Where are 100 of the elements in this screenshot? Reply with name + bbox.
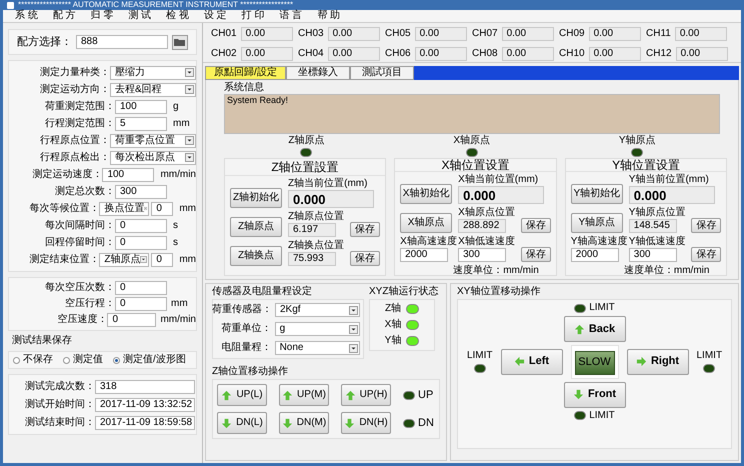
position-display[interactable]: 0.000	[628, 186, 715, 204]
dropdown[interactable]: 每次检出原点	[110, 150, 196, 164]
z-move-button[interactable]: UP(M)	[279, 384, 329, 406]
menu-item[interactable]: 语 言	[279, 11, 302, 21]
input-field[interactable]: 100	[115, 100, 167, 114]
position-display[interactable]: 288.892	[458, 219, 506, 233]
z-move-button[interactable]: UP(L)	[217, 384, 267, 406]
input-field[interactable]: 2017-11-09 13:32:52	[95, 398, 195, 412]
limit-label: LIMIT	[589, 410, 615, 420]
axis-button[interactable]: Z轴换点	[230, 246, 282, 266]
dropdown[interactable]: 2Kgf	[275, 303, 360, 317]
dropdown[interactable]: 壓缩力	[110, 66, 196, 80]
menu-item[interactable]: 归 零	[90, 11, 114, 21]
axis-button[interactable]: X轴原点	[400, 213, 452, 233]
channel-value[interactable]: 0.00	[674, 27, 727, 42]
input-field[interactable]: 0	[115, 281, 167, 295]
label: 行程测定范围：	[45, 118, 115, 128]
dropdown[interactable]: 荷重零点位置	[110, 134, 196, 148]
z-move-button[interactable]: DN(L)	[217, 412, 267, 434]
menu-item[interactable]: 测 试	[128, 11, 152, 21]
label: X轴原点位置	[458, 208, 515, 218]
input-field[interactable]: 300	[115, 184, 167, 198]
tab[interactable]: 測試項目	[350, 66, 414, 80]
channel-value[interactable]: 0.00	[502, 46, 554, 61]
input-field[interactable]: 0	[107, 313, 156, 327]
init-button[interactable]: Y轴初始化	[570, 184, 623, 204]
slow-button[interactable]: SLOW	[574, 350, 614, 374]
channel-value[interactable]: 0.00	[502, 27, 554, 42]
input-field[interactable]: 300	[628, 248, 677, 262]
axis-button[interactable]: Y轴原点	[570, 213, 623, 233]
radio-button[interactable]	[113, 356, 120, 364]
input-field[interactable]: 888	[76, 35, 168, 49]
save-button[interactable]: 保存	[691, 247, 722, 262]
channel-value[interactable]: 0.00	[240, 27, 293, 42]
section-title: 系统信息	[224, 83, 265, 93]
z-move-button[interactable]: DN(H)	[341, 412, 391, 434]
direction-button[interactable]: Back	[564, 316, 626, 342]
channel-value[interactable]: 0.00	[414, 46, 467, 61]
input-field[interactable]: 0	[151, 202, 174, 216]
label: 测定运动方向：	[40, 84, 110, 94]
unit-label: mm	[179, 254, 196, 264]
menu-item[interactable]: 设 定	[204, 11, 227, 21]
dropdown[interactable]: 去程&回程	[110, 82, 196, 96]
tab[interactable]: 坐標錄入	[286, 66, 350, 80]
input-field[interactable]: 100	[102, 168, 154, 182]
channel-value[interactable]: 0.00	[414, 27, 467, 42]
channel-label: CH08	[472, 48, 498, 59]
radio-option[interactable]: 测定值	[63, 355, 103, 365]
input-field[interactable]: 300	[458, 248, 506, 262]
radio-option[interactable]: 不保存	[13, 355, 53, 365]
input-field[interactable]: 2000	[570, 248, 619, 262]
dropdown[interactable]: Z轴原点	[99, 252, 150, 266]
position-display[interactable]: 75.993	[288, 252, 336, 266]
input-field[interactable]: 2017-11-09 18:59:58	[95, 416, 195, 430]
channel-value[interactable]: 0.00	[328, 27, 380, 42]
menu-item[interactable]: 检 视	[166, 11, 189, 21]
dropdown[interactable]: g	[274, 322, 360, 336]
arrow-right-icon	[636, 356, 647, 368]
init-button[interactable]: X轴初始化	[400, 184, 452, 204]
input-field[interactable]: 0	[115, 218, 167, 232]
position-display[interactable]: 148.545	[628, 219, 677, 233]
dropdown[interactable]: 换点位置	[99, 202, 150, 216]
radio-button[interactable]	[63, 356, 70, 364]
position-display[interactable]: 0.000	[288, 190, 374, 208]
input-field[interactable]: 0	[151, 252, 174, 266]
menu-item[interactable]: 系 统	[15, 11, 38, 21]
channel-value[interactable]: 0.00	[240, 46, 293, 61]
save-button[interactable]: 保存	[691, 218, 722, 233]
menu-item[interactable]: 帮 助	[317, 11, 340, 21]
dropdown[interactable]: None	[274, 341, 360, 355]
direction-button[interactable]: Right	[626, 348, 688, 375]
input-field[interactable]: 0	[115, 297, 167, 311]
channel-value[interactable]: 0.00	[676, 46, 728, 61]
channel-value[interactable]: 0.00	[588, 27, 641, 42]
position-display[interactable]: 0.000	[458, 186, 544, 204]
axis-button[interactable]: Z轴原点	[230, 217, 282, 237]
input-field[interactable]: 318	[95, 380, 195, 394]
panel-title: X轴位置设置	[441, 159, 510, 171]
save-button[interactable]: 保存	[520, 218, 551, 233]
z-move-button[interactable]: DN(M)	[279, 412, 329, 434]
label: 每次等候位置：	[29, 204, 100, 214]
channel-value[interactable]: 0.00	[588, 46, 641, 61]
input-field[interactable]: 0	[115, 236, 167, 250]
direction-button[interactable]: Left	[500, 348, 562, 375]
z-move-button[interactable]: UP(H)	[341, 384, 391, 406]
input-field[interactable]: 2000	[400, 248, 448, 262]
position-display[interactable]: 6.197	[288, 223, 336, 237]
save-button[interactable]: 保存	[520, 247, 551, 262]
save-button[interactable]: 保存	[350, 251, 380, 266]
direction-button[interactable]: Front	[564, 382, 626, 408]
input-field[interactable]: 5	[115, 116, 167, 130]
radio-option[interactable]: 测定值/波形图	[113, 355, 186, 365]
init-button[interactable]: Z轴初始化	[230, 188, 282, 208]
radio-button[interactable]	[13, 356, 20, 364]
menu-item[interactable]: 打 印	[242, 11, 264, 21]
channel-value[interactable]: 0.00	[328, 46, 380, 61]
menu-item[interactable]: 配 方	[52, 11, 76, 21]
open-folder-button[interactable]	[172, 34, 188, 50]
save-button[interactable]: 保存	[350, 222, 380, 237]
tab[interactable]: 原點回歸/設定	[205, 66, 286, 80]
